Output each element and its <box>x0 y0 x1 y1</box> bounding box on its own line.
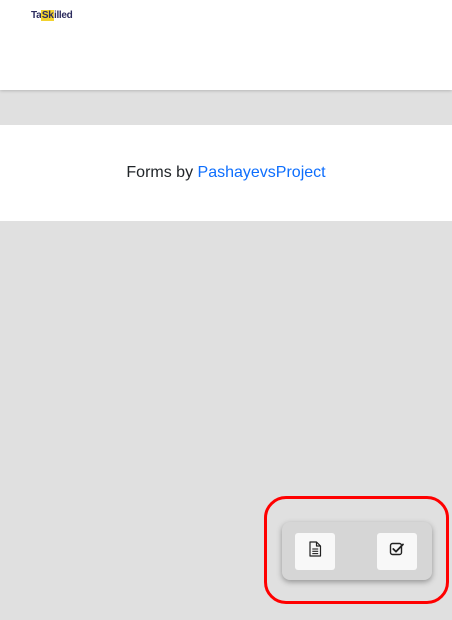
footer-credit-link[interactable]: PashayevsProject <box>198 164 326 181</box>
document-icon <box>308 541 322 562</box>
footer-credit-prefix: Forms by <box>126 164 198 181</box>
logo-text-highlight: Sk <box>41 10 54 21</box>
footer-credit: Forms by PashayevsProject <box>126 164 325 182</box>
footer: Forms by PashayevsProject <box>0 125 452 221</box>
app-header: TaSkilled <box>0 0 452 90</box>
floating-action-panel <box>282 522 432 580</box>
add-text-question-button[interactable] <box>295 533 335 570</box>
app-logo[interactable]: TaSkilled <box>31 10 73 22</box>
logo-text-end: illed <box>53 10 73 21</box>
page: TaSkilled Forms by PashayevsProject <box>0 0 452 620</box>
checkbox-icon <box>389 541 405 562</box>
add-checkbox-question-button[interactable] <box>377 533 417 570</box>
logo-text-start: Ta <box>31 10 42 21</box>
